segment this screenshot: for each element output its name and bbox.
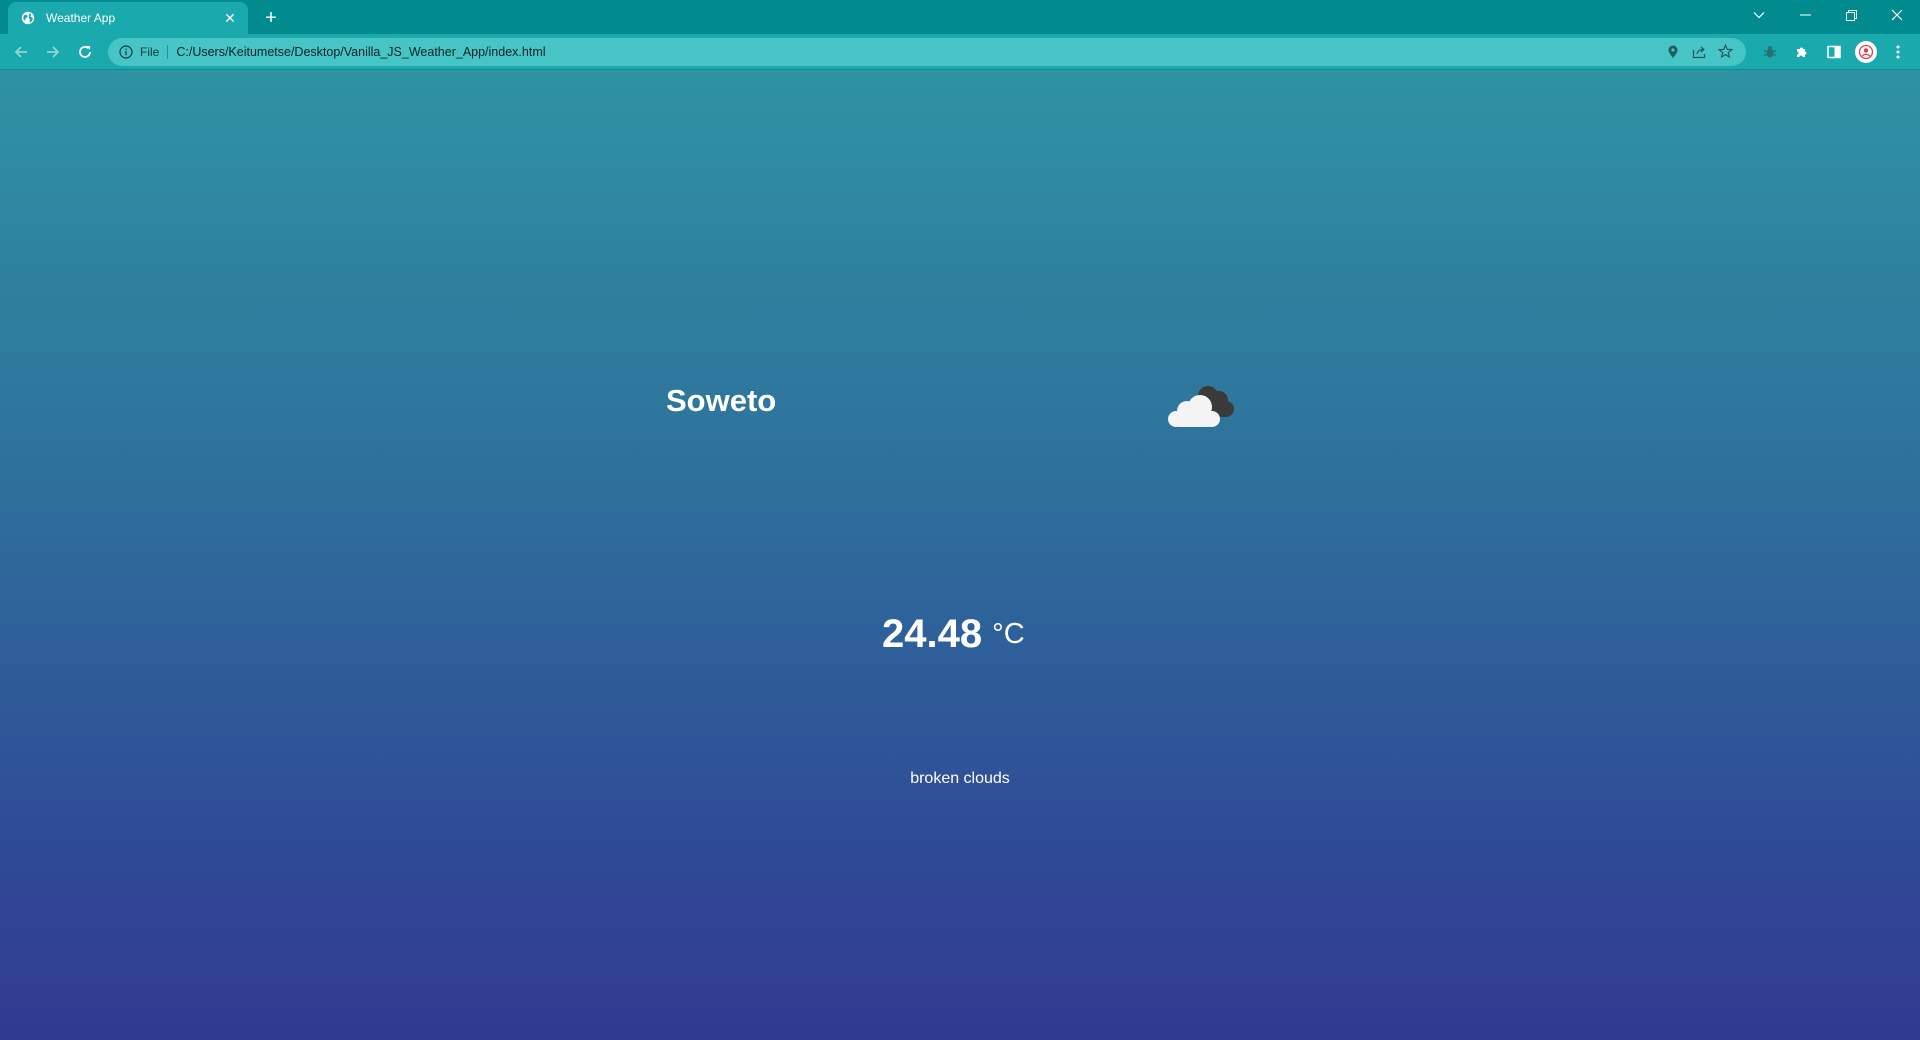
star-icon[interactable]: [1712, 39, 1738, 65]
back-arrow-icon[interactable]: [6, 37, 36, 67]
avatar: [1855, 40, 1877, 63]
tab-strip: Weather App ✕ +: [0, 0, 1920, 34]
location-icon[interactable]: [1660, 39, 1686, 65]
forward-arrow-icon[interactable]: [38, 37, 68, 67]
restore-icon[interactable]: [1828, 0, 1874, 30]
minimize-icon[interactable]: [1782, 0, 1828, 30]
tab-weather-app[interactable]: Weather App ✕: [8, 2, 248, 34]
browser-toolbar: File C:/Users/Keitumetse/Desktop/Vanilla…: [0, 34, 1920, 70]
temperature: 24.48 °C: [882, 612, 1025, 657]
menu-icon[interactable]: [1882, 37, 1914, 67]
address-url[interactable]: C:/Users/Keitumetse/Desktop/Vanilla_JS_W…: [176, 45, 1660, 59]
window-controls: [1736, 0, 1920, 30]
close-icon[interactable]: [1874, 0, 1920, 30]
address-bar[interactable]: File C:/Users/Keitumetse/Desktop/Vanilla…: [108, 37, 1746, 66]
side-panel-icon[interactable]: [1818, 37, 1850, 67]
broken-clouds-icon: [1164, 380, 1242, 432]
new-tab-button[interactable]: +: [260, 7, 282, 29]
share-icon[interactable]: [1686, 39, 1712, 65]
temperature-value: 24.48: [882, 612, 983, 656]
globe-icon: [20, 10, 36, 26]
city-name: Soweto: [666, 383, 777, 418]
chevron-down-icon[interactable]: [1736, 0, 1782, 30]
extension-bug-icon[interactable]: [1754, 37, 1786, 67]
address-scheme: File: [140, 44, 169, 59]
info-icon[interactable]: [118, 44, 134, 60]
weather-description: broken clouds: [910, 770, 1010, 787]
profile-avatar[interactable]: [1850, 37, 1882, 67]
tab-title: Weather App: [46, 11, 116, 25]
reload-icon[interactable]: [70, 37, 100, 67]
temperature-unit: °C: [992, 618, 1025, 650]
puzzle-icon[interactable]: [1786, 37, 1818, 67]
tab-close-icon[interactable]: ✕: [222, 10, 238, 26]
page-viewport: Soweto 24.48 °C broken clouds: [0, 70, 1920, 1040]
browser-window: Weather App ✕ + File C:/Users/Keitumetse…: [0, 0, 1920, 1040]
